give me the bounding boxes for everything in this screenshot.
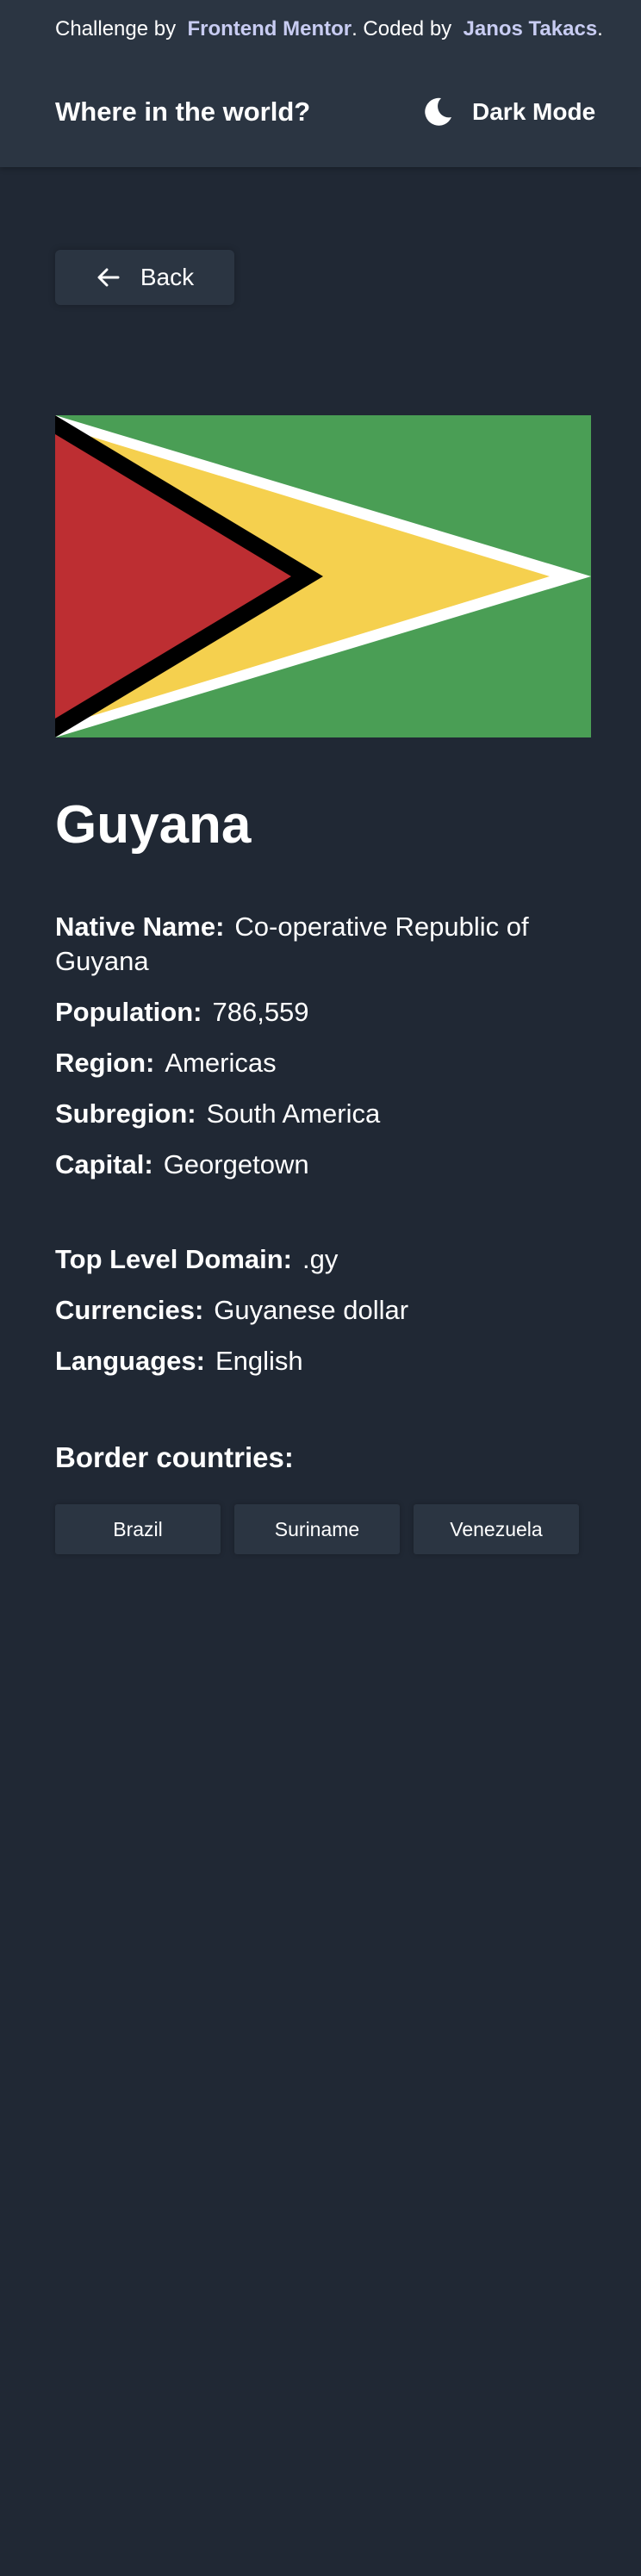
arrow-left-icon <box>97 268 120 287</box>
theme-label: Dark Mode <box>472 98 596 125</box>
attribution-prefix: Challenge by <box>55 17 177 40</box>
detail-label: Top Level Domain: <box>55 1244 293 1274</box>
detail-value: Guyanese dollar <box>214 1295 409 1325</box>
attribution-suffix: . <box>597 17 603 40</box>
border-country-button[interactable]: Brazil <box>55 1504 221 1554</box>
detail-label: Languages: <box>55 1346 205 1376</box>
back-label: Back <box>140 264 195 290</box>
detail-row: Region: Americas <box>55 1046 589 1080</box>
detail-value: English <box>215 1346 303 1376</box>
detail-label: Region: <box>55 1048 155 1078</box>
details-secondary: Top Level Domain: .gy Currencies: Guyanese … <box>55 1242 589 1395</box>
detail-row: Population: 786,559 <box>55 995 589 1030</box>
detail-row: Currencies: Guyanese dollar <box>55 1293 589 1328</box>
country-name: Guyana <box>55 795 252 855</box>
border-countries-title: Border countries: <box>55 1441 294 1473</box>
dark-mode-toggle[interactable]: Dark Mode <box>420 91 595 133</box>
attribution: Challenge by Frontend Mentor. Coded by J… <box>55 16 603 43</box>
detail-row: Top Level Domain: .gy <box>55 1242 589 1277</box>
detail-value: Americas <box>165 1048 277 1078</box>
site-header: Challenge by Frontend Mentor. Coded by J… <box>0 0 641 167</box>
detail-row: Native Name: Co-operative Republic of Guy… <box>55 910 589 979</box>
site-title: Where in the world? <box>55 96 311 127</box>
detail-label: Capital: <box>55 1149 153 1179</box>
author-link[interactable]: Janos Takacs <box>464 17 598 40</box>
border-countries-list: Brazil Suriname Venezuela <box>55 1504 579 1554</box>
detail-row: Languages: English <box>55 1344 589 1378</box>
detail-value: Georgetown <box>163 1149 309 1179</box>
detail-label: Native Name: <box>55 912 225 942</box>
back-button[interactable]: Back <box>55 250 234 305</box>
moon-icon <box>425 97 451 126</box>
frontend-mentor-link[interactable]: Frontend Mentor <box>187 17 352 40</box>
border-country-button[interactable]: Suriname <box>234 1504 400 1554</box>
details-primary: Native Name: Co-operative Republic of Guy… <box>55 910 589 1198</box>
detail-value: 786,559 <box>212 997 309 1027</box>
detail-row: Capital: Georgetown <box>55 1148 589 1182</box>
detail-value: South America <box>206 1098 381 1129</box>
country-flag <box>55 415 591 737</box>
detail-label: Subregion: <box>55 1098 196 1129</box>
attribution-mid: . Coded by <box>352 17 452 40</box>
detail-label: Population: <box>55 997 202 1027</box>
detail-row: Subregion: South America <box>55 1097 589 1131</box>
border-country-button[interactable]: Venezuela <box>414 1504 579 1554</box>
detail-value: .gy <box>302 1244 339 1274</box>
detail-label: Currencies: <box>55 1295 204 1325</box>
